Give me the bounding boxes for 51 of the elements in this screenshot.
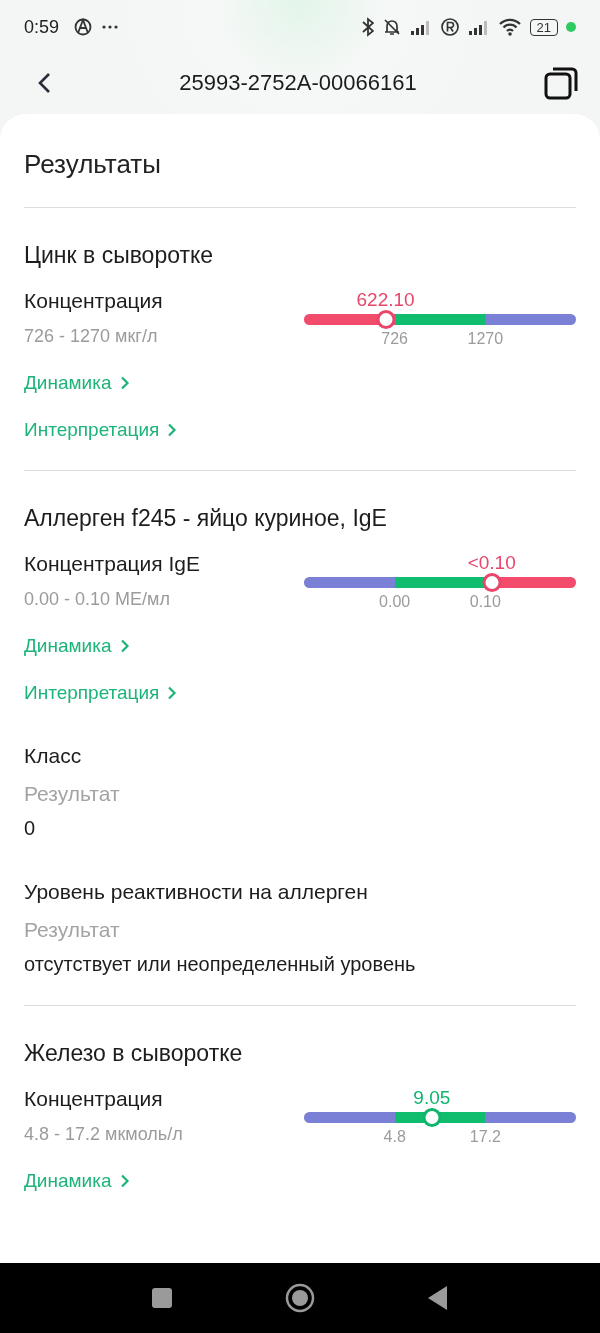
recents-icon[interactable] [151, 1287, 173, 1309]
bell-off-icon [381, 17, 402, 37]
signal-icon [467, 19, 490, 35]
result-label: Уровень реактивности на аллерген [24, 879, 369, 905]
tick-label: 17.2 [469, 1128, 501, 1146]
measure-label: Концентрация [24, 1086, 164, 1112]
section-link[interactable]: Интерпретация [24, 679, 178, 707]
reference-range: 726 - 1270 мкг/л [24, 325, 159, 348]
result-value: 622.10 [356, 289, 415, 311]
reference-range: 0.00 - 0.10 МЕ/мл [24, 588, 171, 611]
header-title: 25993-2752A-00066161 [178, 70, 418, 96]
home-icon[interactable] [285, 1283, 315, 1313]
chevron-icon [167, 686, 178, 700]
section-link[interactable]: Динамика [24, 1167, 130, 1195]
tick-label: 726 [381, 330, 408, 348]
chevron-icon [119, 639, 130, 653]
measure-label: Концентрация [24, 288, 164, 314]
back-nav-icon[interactable] [427, 1285, 449, 1311]
chevron-icon [167, 423, 178, 437]
result-text: отсутствует или неопределенный уровень [24, 952, 417, 977]
section-title: Аллерген f245 - яйцо куриное, IgE [24, 504, 388, 533]
more-icon [101, 24, 120, 30]
measure-label: Концентрация IgE [24, 551, 202, 577]
reference-range: 4.8 - 17.2 мкмоль/л [24, 1123, 184, 1146]
section-title: Железо в сыворотке [24, 1039, 244, 1068]
chevron-icon [119, 1174, 130, 1188]
section-title: Цинк в сыворотке [24, 241, 215, 270]
wifi-icon [497, 18, 522, 36]
signal-icon [409, 19, 432, 35]
back-icon[interactable] [36, 71, 52, 95]
copy-icon[interactable] [544, 66, 578, 100]
battery-icon: 21 [529, 18, 558, 36]
status-time: 0:59 [24, 16, 60, 38]
section-link[interactable]: Динамика [24, 369, 130, 397]
roaming-icon [439, 17, 460, 37]
result-text: 0 [24, 816, 37, 841]
result-value: <0.10 [467, 552, 516, 574]
status-dot [566, 22, 576, 32]
bluetooth-icon [361, 17, 374, 37]
result-caption: Результат [24, 917, 121, 943]
tick-label: 4.8 [383, 1128, 406, 1146]
page-title: Результаты [24, 114, 576, 208]
section-link[interactable]: Интерпретация [24, 416, 178, 444]
tick-label: 0.10 [469, 593, 501, 611]
result-caption: Результат [24, 781, 121, 807]
tick-label: 0.00 [379, 593, 411, 611]
result-label: Класс [24, 743, 83, 769]
chevron-icon [119, 376, 130, 390]
tick-label: 1270 [467, 330, 504, 348]
result-value: 9.05 [413, 1087, 451, 1109]
section-link[interactable]: Динамика [24, 632, 130, 660]
